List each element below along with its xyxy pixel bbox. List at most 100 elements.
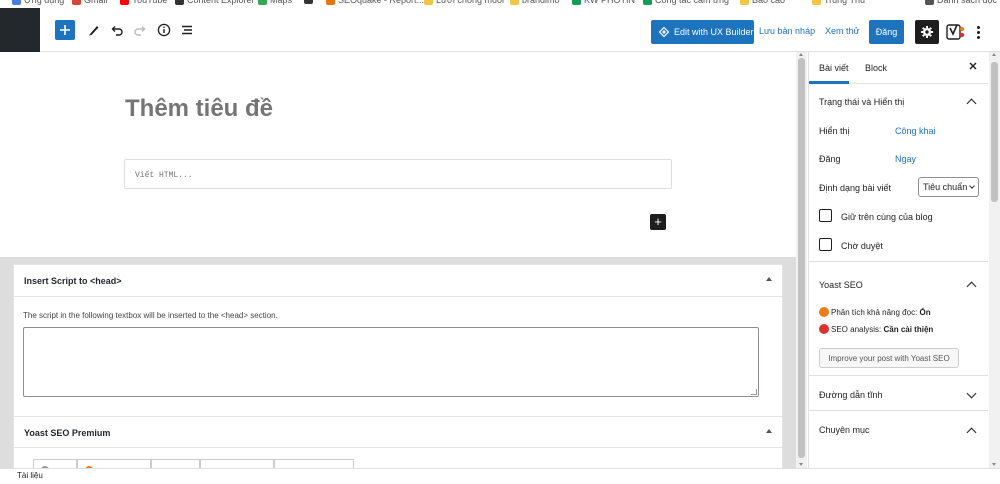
sticky-checkbox[interactable] — [819, 209, 832, 222]
bookmark-item[interactable]: Content Explorer — [175, 0, 255, 5]
bookmark-item[interactable]: YouTube — [120, 0, 167, 5]
collapse-arrow-icon[interactable] — [766, 429, 772, 433]
preview-button[interactable]: Xem thử — [825, 26, 860, 36]
bookmark-item[interactable]: Báo cáo — [740, 0, 785, 5]
tools-button[interactable] — [84, 20, 104, 40]
outline-button[interactable] — [177, 20, 197, 40]
visibility-value-link[interactable]: Công khai — [895, 126, 936, 136]
scroll-down-arrow-icon[interactable] — [992, 463, 996, 466]
bookmark-icon — [72, 0, 81, 5]
scroll-thumb[interactable] — [798, 58, 805, 458]
editor-scrollbar[interactable] — [796, 52, 807, 468]
bookmark-icon — [925, 0, 934, 5]
publish-date-link[interactable]: Ngay — [895, 154, 916, 164]
bookmark-item[interactable]: Trung Thu — [812, 0, 865, 5]
status-visibility-panel: Trạng thái và Hiển thị Hiển thị Công kha… — [809, 84, 988, 262]
dot-icon — [976, 25, 980, 29]
ux-builder-label: Edit with UX Builder — [674, 27, 754, 37]
improve-with-yoast-button[interactable]: Improve your post with Yoast SEO — [819, 348, 959, 368]
scroll-down-arrow-icon[interactable] — [799, 463, 803, 466]
bookmark-icon — [510, 0, 519, 5]
bookmark-item[interactable]: Danh sách đọc — [925, 0, 997, 5]
bookmarks-bar: Ứng dụng Gmail YouTube Content Explorer Maps… — [0, 0, 1000, 8]
settings-sidebar: Bài viết Block Trạng thái và Hiển thị Hi… — [808, 52, 988, 468]
bookmark-item[interactable]: SEOquake - Report... — [326, 0, 424, 5]
seo-analysis-label: SEO analysis: — [831, 325, 882, 334]
tab-block[interactable]: Block — [865, 63, 887, 73]
edit-with-ux-builder-button[interactable]: Edit with UX Builder — [651, 20, 754, 44]
undo-button[interactable] — [107, 20, 127, 40]
wp-logo[interactable] — [0, 8, 40, 52]
bookmark-label: SEOquake - Report... — [338, 0, 425, 5]
tab-post[interactable]: Bài viết — [819, 63, 849, 73]
dot-icon — [976, 30, 980, 34]
redo-button[interactable] — [130, 20, 150, 40]
save-draft-button[interactable]: Lưu bản nháp — [759, 26, 815, 36]
scroll-thumb[interactable] — [991, 62, 998, 202]
post-format-value: Tiêu chuẩn — [923, 182, 968, 192]
bookmark-label: Gmail — [84, 0, 108, 5]
bookmark-item[interactable]: Maps — [258, 0, 292, 5]
yoast-seo-title[interactable]: Yoast SEO — [819, 280, 863, 290]
pending-review-checkbox[interactable] — [819, 238, 832, 251]
seo-status-icon — [819, 324, 829, 334]
sticky-label: Giữ trên cùng của blog — [841, 212, 933, 222]
top-toolbar: Edit with UX Builder Lưu bản nháp Xem th… — [0, 8, 1000, 52]
html-block-input[interactable]: Viết HTML... — [124, 159, 672, 189]
settings-button[interactable] — [915, 20, 939, 44]
chevron-up-icon[interactable] — [966, 281, 977, 292]
categories-panel: Chuyên mục — [809, 411, 988, 446]
publish-label: Đăng — [819, 154, 841, 164]
bookmark-label: Trung Thu — [824, 0, 866, 5]
scroll-up-arrow-icon[interactable] — [992, 53, 996, 56]
resize-grip-icon[interactable] — [751, 389, 757, 395]
bookmark-icon — [304, 0, 313, 4]
post-title-input[interactable]: Thêm tiêu đề — [125, 95, 273, 123]
dot-icon — [976, 35, 980, 39]
inline-add-block-button[interactable]: + — [650, 214, 666, 230]
status-visibility-title[interactable]: Trạng thái và Hiển thị — [819, 97, 904, 107]
chevron-up-icon[interactable] — [966, 427, 977, 438]
readability-value: Ổn — [919, 308, 931, 317]
plus-icon — [60, 25, 70, 35]
bookmark-item[interactable]: Gmail — [72, 0, 108, 5]
insert-script-textarea[interactable] — [23, 327, 759, 397]
bookmark-label: Lưới chống muỗi — [436, 0, 504, 5]
add-block-button[interactable] — [55, 20, 75, 40]
readability-status-icon — [819, 307, 829, 317]
bookmark-label: Content Explorer — [187, 0, 255, 5]
editor-window: Ứng dụng Gmail YouTube Content Explorer Maps… — [0, 0, 1000, 484]
bookmark-item[interactable]: brandimo — [510, 0, 560, 5]
collapse-arrow-icon[interactable] — [766, 277, 772, 281]
yoast-premium-header[interactable]: Yoast SEO Premium — [14, 416, 782, 448]
readability-analysis[interactable]: Phân tích khả năng đọc: Ổn — [831, 308, 931, 317]
chevron-down-icon[interactable] — [966, 388, 977, 399]
ux-builder-icon — [659, 27, 669, 37]
bookmark-label: KW PHOTIN — [584, 0, 635, 5]
bookmark-icon — [643, 0, 652, 5]
post-format-select[interactable]: Tiêu chuẩn — [918, 177, 979, 197]
bookmark-item[interactable]: Công tác cảm ứng — [643, 0, 729, 5]
sidebar-scrollbar[interactable] — [989, 52, 1000, 468]
editor-canvas: Thêm tiêu đề Viết HTML... + Insert Scrip… — [0, 52, 796, 476]
yoast-toolbar-button[interactable] — [946, 22, 966, 42]
bookmark-item[interactable] — [304, 0, 316, 4]
permalink-title[interactable]: Đường dẫn tĩnh — [819, 390, 882, 400]
insert-script-header[interactable]: Insert Script to <head> — [14, 265, 782, 297]
insert-script-title: Insert Script to <head> — [24, 276, 122, 286]
bookmark-label: Báo cáo — [752, 0, 786, 5]
publish-button[interactable]: Đăng — [869, 20, 904, 44]
chevron-up-icon[interactable] — [966, 98, 977, 109]
bookmark-item[interactable]: Ứng dụng — [12, 0, 64, 5]
bookmark-label: Danh sách đọc — [937, 0, 998, 5]
bookmark-item[interactable]: KW PHOTIN — [572, 0, 635, 5]
details-button[interactable] — [154, 20, 174, 40]
categories-title[interactable]: Chuyên mục — [819, 425, 870, 435]
bookmark-item[interactable]: Lưới chống muỗi — [424, 0, 504, 5]
seo-analysis[interactable]: SEO analysis: Cần cải thiện — [831, 325, 933, 334]
more-options-button[interactable] — [972, 22, 984, 42]
scroll-up-arrow-icon[interactable] — [799, 53, 803, 56]
metaboxes-area: Insert Script to <head> The script in th… — [0, 257, 796, 476]
document-breadcrumb[interactable]: Tài liệu — [17, 471, 43, 480]
close-sidebar-button[interactable] — [968, 60, 978, 74]
